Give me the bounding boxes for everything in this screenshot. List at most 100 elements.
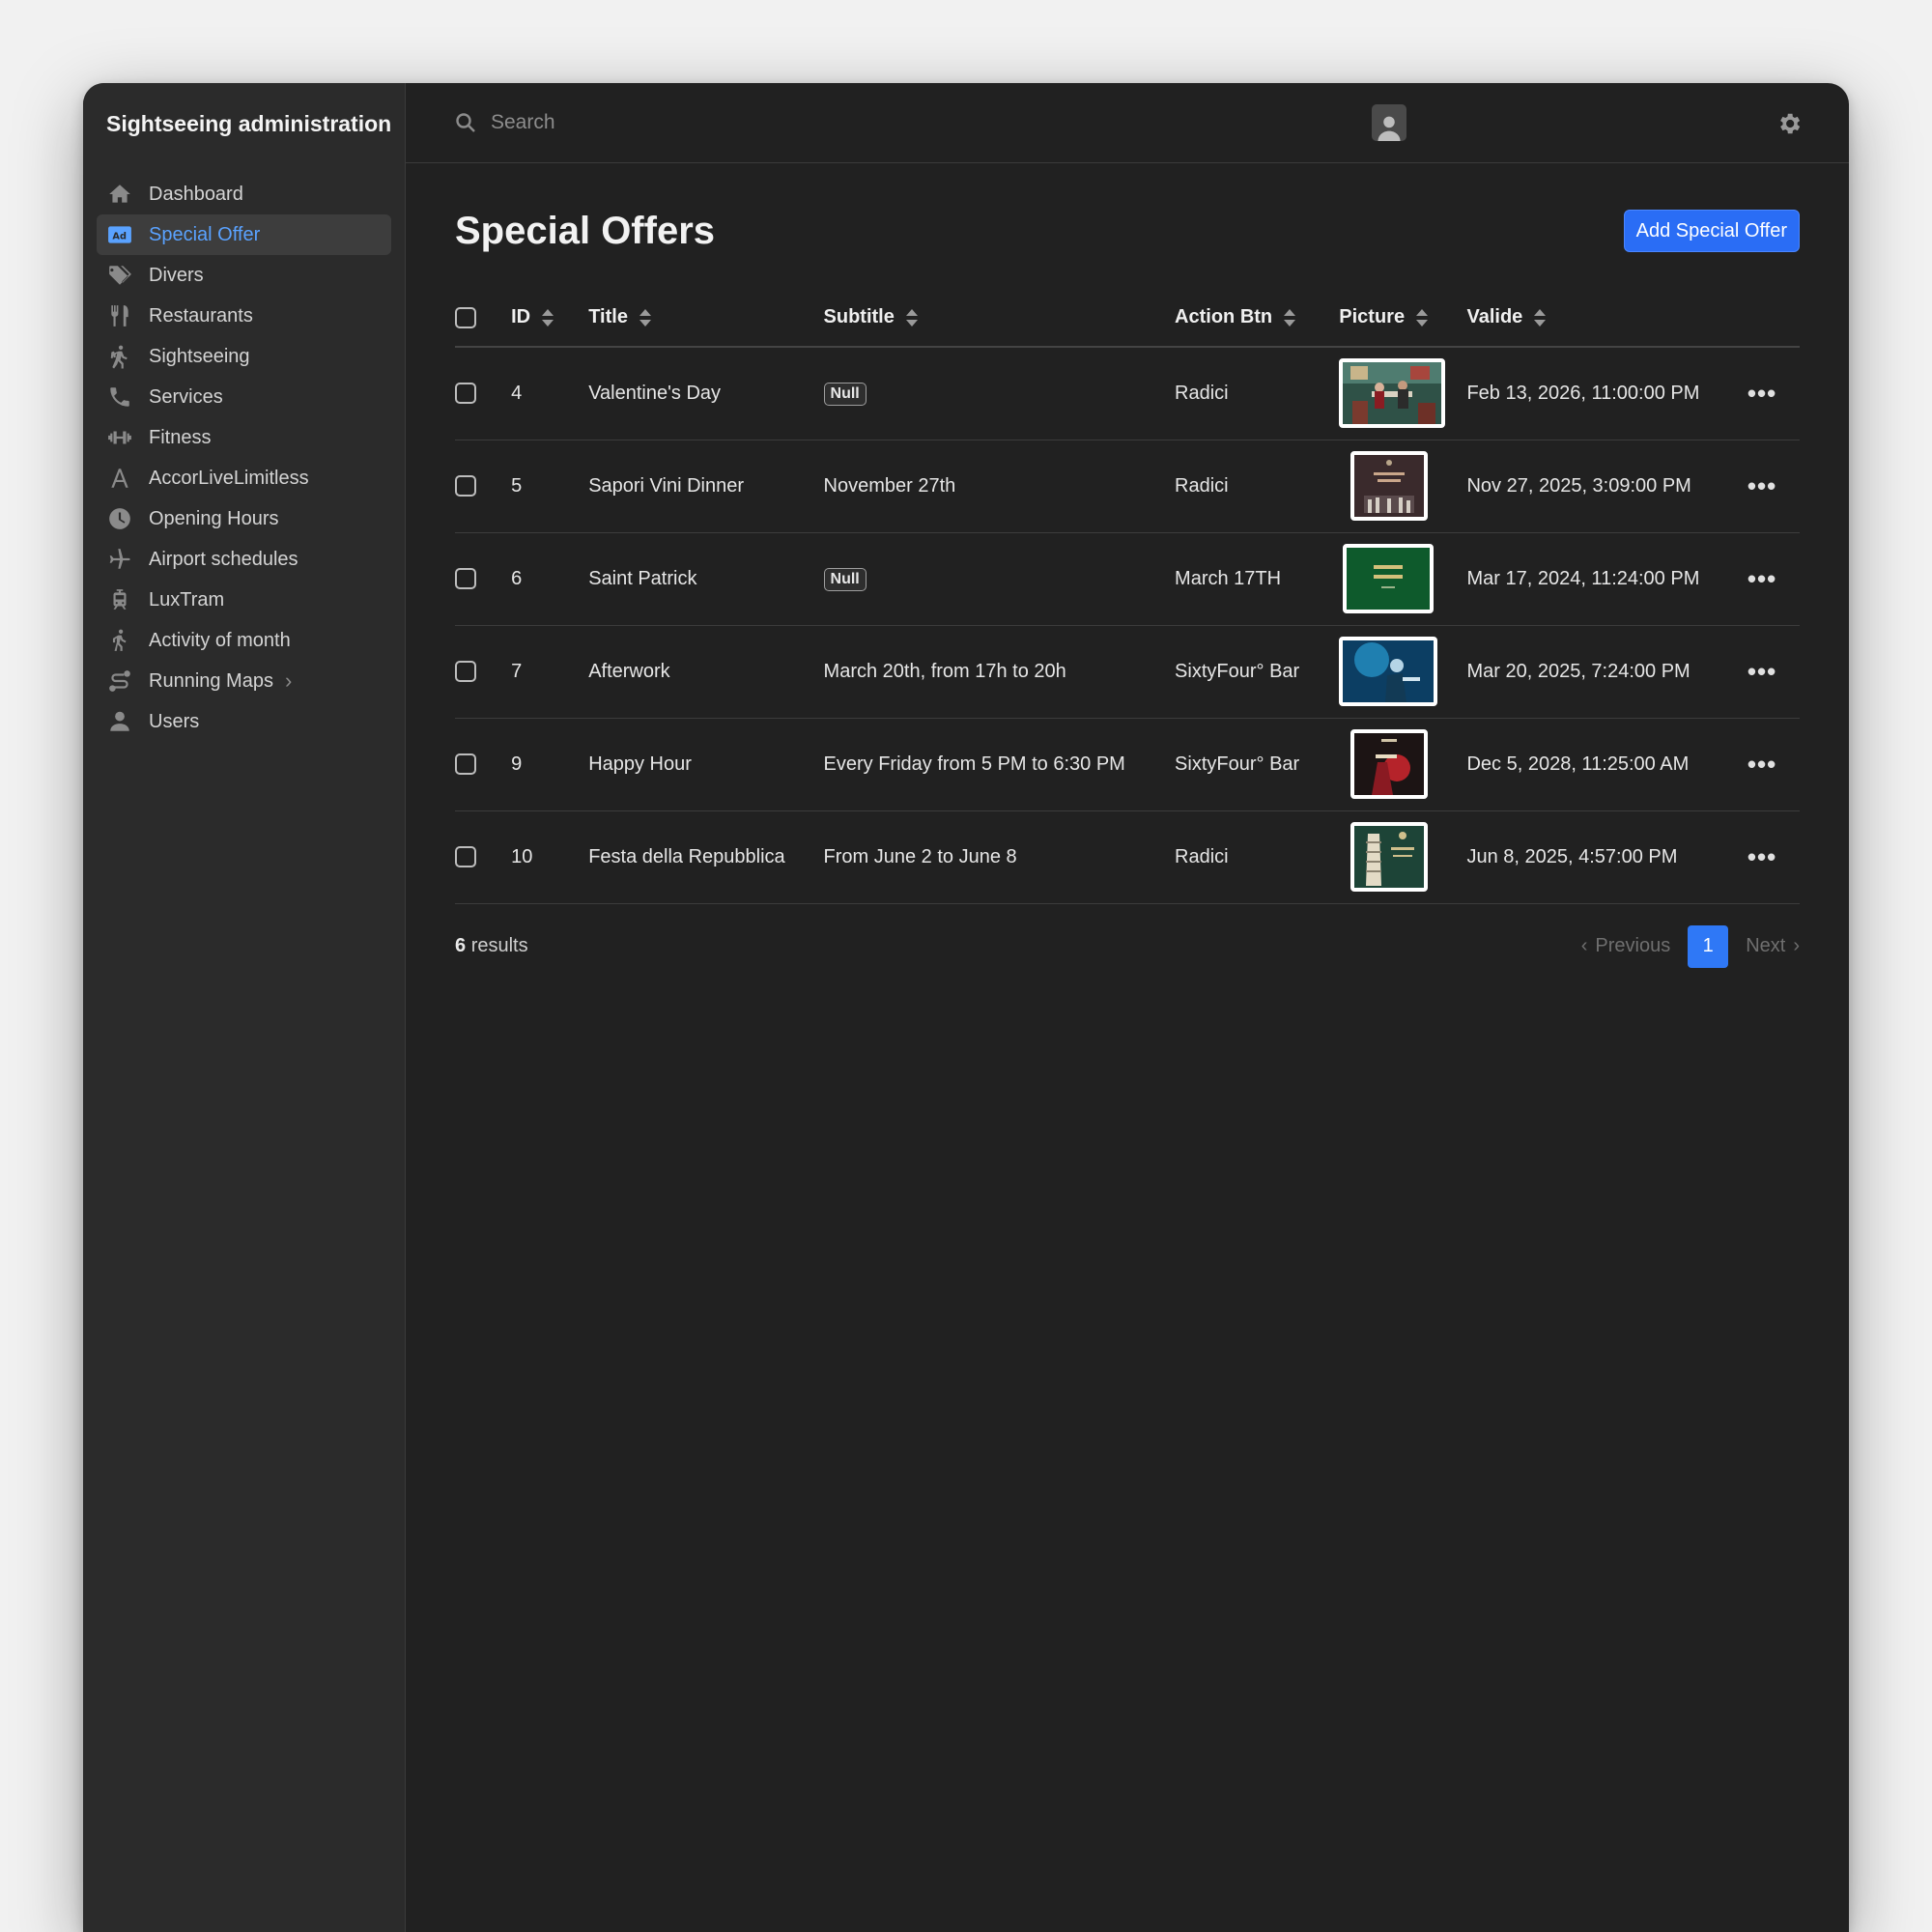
settings-button[interactable] xyxy=(1776,110,1803,137)
user-avatar-icon xyxy=(1378,116,1401,141)
cell-picture xyxy=(1339,810,1466,903)
sidebar-item-running-maps[interactable]: Running Maps › xyxy=(97,661,391,701)
sidebar-item-opening-hours[interactable]: Opening Hours xyxy=(97,498,391,539)
cell-subtitle: November 27th xyxy=(823,474,956,497)
search-box[interactable] xyxy=(454,111,877,134)
ad-icon: Ad xyxy=(106,221,133,248)
row-actions-menu[interactable]: ••• xyxy=(1747,471,1776,500)
row-actions-menu[interactable]: ••• xyxy=(1747,657,1776,686)
top-bar xyxy=(406,83,1849,163)
sidebar-item-airport-schedules[interactable]: Airport schedules xyxy=(97,539,391,580)
cell-id: 6 xyxy=(511,567,523,589)
sidebar-item-activity-of-month[interactable]: Activity of month xyxy=(97,620,391,661)
sidebar-item-services[interactable]: Services xyxy=(97,377,391,417)
cell-picture xyxy=(1339,532,1466,625)
previous-page-button[interactable]: ‹ Previous xyxy=(1581,935,1670,957)
sidebar-item-restaurants[interactable]: Restaurants xyxy=(97,296,391,336)
cell-picture xyxy=(1339,347,1466,440)
sidebar-item-divers[interactable]: Divers xyxy=(97,255,391,296)
row-checkbox[interactable] xyxy=(455,568,476,590)
sixty-four-green-poster-thumbnail[interactable] xyxy=(1343,544,1435,613)
cell-picture xyxy=(1339,440,1466,532)
sidebar-item-label: Activity of month xyxy=(149,629,291,651)
sidebar-item-label: Dashboard xyxy=(149,183,243,205)
italian-festival-poster-thumbnail[interactable] xyxy=(1350,822,1429,892)
sapori-vini-poster-thumbnail[interactable] xyxy=(1350,451,1429,521)
column-header-title[interactable]: Title xyxy=(588,289,823,347)
clock-icon xyxy=(106,505,133,532)
column-header-valide[interactable]: Valide xyxy=(1466,289,1747,347)
table-header-row: ID Title Subtitle Action Btn Picture Val… xyxy=(455,289,1800,347)
cell-title: Afterwork xyxy=(588,660,670,682)
select-all-checkbox[interactable] xyxy=(455,306,476,328)
row-checkbox[interactable] xyxy=(455,383,476,405)
row-checkbox[interactable] xyxy=(455,661,476,683)
sidebar-nav: Dashboard Ad Special Offer Divers Restau… xyxy=(83,164,405,752)
next-page-button[interactable]: Next › xyxy=(1746,935,1800,957)
row-checkbox[interactable] xyxy=(455,753,476,776)
happy-hour-poster-thumbnail[interactable] xyxy=(1350,729,1429,799)
restaurant-scene-thumbnail[interactable] xyxy=(1339,358,1446,429)
row-checkbox[interactable] xyxy=(455,475,476,497)
gear-icon xyxy=(1780,113,1801,134)
cell-action-btn: Radici xyxy=(1175,382,1229,404)
user-icon xyxy=(106,708,133,735)
sort-icon xyxy=(1284,308,1296,327)
chevron-right-icon: › xyxy=(1793,935,1800,956)
null-badge: Null xyxy=(823,567,867,591)
cell-valide: Nov 27, 2025, 3:09:00 PM xyxy=(1466,474,1691,497)
sidebar-item-fitness[interactable]: Fitness xyxy=(97,417,391,458)
null-badge: Null xyxy=(823,382,867,406)
cell-picture xyxy=(1339,625,1466,718)
row-checkbox[interactable] xyxy=(455,846,476,868)
table-row[interactable]: 4 Valentine's Day Null Radici Feb 13, 20… xyxy=(455,347,1800,440)
sidebar-item-label: Airport schedules xyxy=(149,548,298,570)
sidebar-item-label: Opening Hours xyxy=(149,507,279,529)
cell-valide: Mar 20, 2025, 7:24:00 PM xyxy=(1466,660,1690,682)
chevron-right-icon: › xyxy=(284,668,293,693)
cell-action-btn: Radici xyxy=(1175,845,1229,867)
cell-subtitle: March 20th, from 17h to 20h xyxy=(823,660,1066,682)
sidebar-item-accorlivelimitless[interactable]: AccorLiveLimitless xyxy=(97,458,391,498)
table-row[interactable]: 9 Happy Hour Every Friday from 5 PM to 6… xyxy=(455,718,1800,810)
table-footer: 6 results ‹ Previous 1 Next › xyxy=(455,904,1800,989)
tags-icon xyxy=(106,262,133,289)
table-row[interactable]: 10 Festa della Repubblica From June 2 to… xyxy=(455,810,1800,903)
blue-concert-photo-thumbnail[interactable] xyxy=(1339,637,1438,706)
table-row[interactable]: 5 Sapori Vini Dinner November 27th Radic… xyxy=(455,440,1800,532)
search-input[interactable] xyxy=(491,111,877,134)
cell-id: 10 xyxy=(511,845,533,867)
sidebar-item-label: AccorLiveLimitless xyxy=(149,467,309,489)
tram-icon xyxy=(106,586,133,613)
sidebar-item-users[interactable]: Users xyxy=(97,701,391,742)
row-actions-menu[interactable]: ••• xyxy=(1747,842,1776,871)
table-row[interactable]: 7 Afterwork March 20th, from 17h to 20h … xyxy=(455,625,1800,718)
sidebar-item-label: Special Offer xyxy=(149,223,261,245)
row-actions-menu[interactable]: ••• xyxy=(1747,750,1776,779)
sidebar-item-sightseeing[interactable]: Sightseeing xyxy=(97,336,391,377)
column-header-id[interactable]: ID xyxy=(511,289,588,347)
sidebar-item-dashboard[interactable]: Dashboard xyxy=(97,174,391,214)
sidebar-item-special-offer[interactable]: Ad Special Offer xyxy=(97,214,391,255)
actions-header xyxy=(1747,289,1800,347)
avatar[interactable] xyxy=(1372,104,1406,141)
cell-valide: Dec 5, 2028, 11:25:00 AM xyxy=(1466,753,1690,775)
row-actions-menu[interactable]: ••• xyxy=(1747,564,1776,593)
cell-action-btn: Radici xyxy=(1175,474,1229,497)
phone-icon xyxy=(106,384,133,411)
cell-action-btn: SixtyFour° Bar xyxy=(1175,660,1300,682)
add-special-offer-button[interactable]: Add Special Offer xyxy=(1623,210,1800,252)
cell-subtitle: Null xyxy=(823,532,1176,625)
row-actions-menu[interactable]: ••• xyxy=(1747,379,1776,408)
table-row[interactable]: 6 Saint Patrick Null March 17TH Mar 17, … xyxy=(455,532,1800,625)
sidebar-item-luxtram[interactable]: LuxTram xyxy=(97,580,391,620)
sidebar-item-label: Services xyxy=(149,385,223,408)
sidebar-item-label: Users xyxy=(149,710,200,732)
column-header-picture[interactable]: Picture xyxy=(1339,289,1466,347)
sort-icon xyxy=(1416,308,1429,327)
page-number-current[interactable]: 1 xyxy=(1688,924,1729,968)
column-header-subtitle[interactable]: Subtitle xyxy=(824,289,1176,347)
page-title: Special Offers xyxy=(455,209,716,252)
sidebar-item-label: Running Maps xyxy=(149,669,273,692)
column-header-action-btn[interactable]: Action Btn xyxy=(1175,289,1339,347)
